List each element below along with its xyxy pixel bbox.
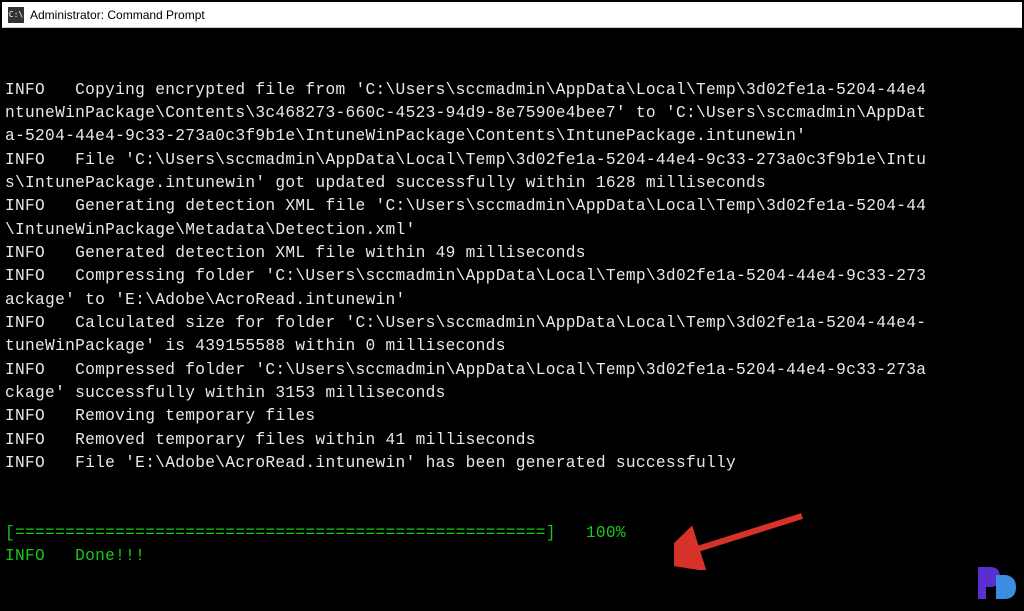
console-line: INFO File 'E:\Adobe\AcroRead.intunewin' … xyxy=(5,454,736,472)
console-line: [=======================================… xyxy=(5,524,626,542)
console-output[interactable]: INFO Copying encrypted file from 'C:\Use… xyxy=(2,28,1022,609)
console-line: ckage' successfully within 3153 millisec… xyxy=(5,384,446,402)
console-line: INFO Copying encrypted file from 'C:\Use… xyxy=(5,81,926,99)
console-line: INFO Removing temporary files xyxy=(5,407,315,425)
cmd-window: C:\ Administrator: Command Prompt INFO C… xyxy=(0,0,1024,611)
cmd-icon: C:\ xyxy=(8,7,24,23)
console-line: INFO File 'C:\Users\sccmadmin\AppData\Lo… xyxy=(5,151,926,169)
console-line: tuneWinPackage' is 439155588 within 0 mi… xyxy=(5,337,506,355)
console-line: INFO Generating detection XML file 'C:\U… xyxy=(5,197,926,215)
console-line: ntuneWinPackage\Contents\3c468273-660c-4… xyxy=(5,104,926,122)
console-line: \IntuneWinPackage\Metadata\Detection.xml… xyxy=(5,221,416,239)
console-line: INFO Done!!! xyxy=(5,547,145,565)
console-line: INFO Removed temporary files within 41 m… xyxy=(5,431,536,449)
console-line: INFO Generated detection XML file within… xyxy=(5,244,586,262)
console-line: INFO Calculated size for folder 'C:\User… xyxy=(5,314,926,332)
console-line: s\IntunePackage.intunewin' got updated s… xyxy=(5,174,766,192)
console-line: ackage' to 'E:\Adobe\AcroRead.intunewin' xyxy=(5,291,406,309)
console-line: INFO Compressing folder 'C:\Users\sccmad… xyxy=(5,267,926,285)
console-line: INFO Compressed folder 'C:\Users\sccmadm… xyxy=(5,361,926,379)
window-title: Administrator: Command Prompt xyxy=(30,8,205,22)
console-line: a-5204-44e4-9c33-273a0c3f9b1e\IntuneWinP… xyxy=(5,127,806,145)
titlebar[interactable]: C:\ Administrator: Command Prompt xyxy=(2,2,1022,28)
